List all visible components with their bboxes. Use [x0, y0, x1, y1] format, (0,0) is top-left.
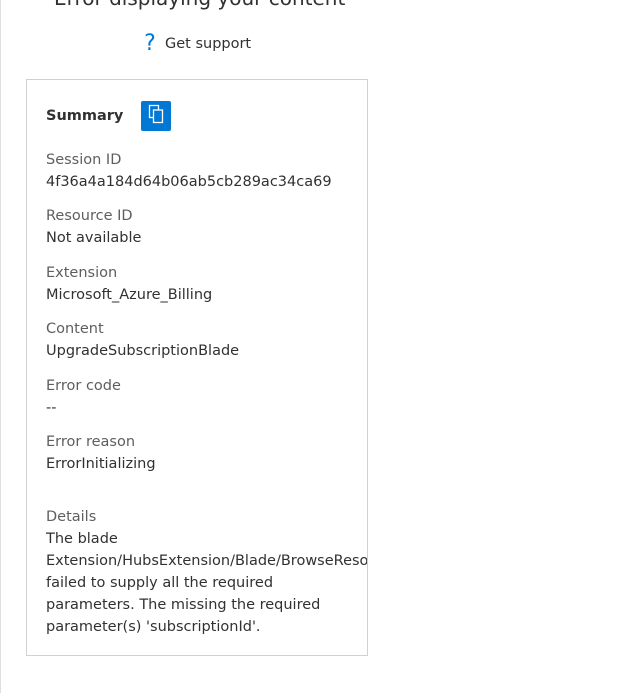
- copy-button[interactable]: [141, 101, 172, 131]
- summary-card: Summary Session ID 4f36a4a184d64b06ab5cb…: [26, 79, 368, 656]
- details-label: Details: [46, 509, 97, 525]
- extension-value: Microsoft_Azure_Billing: [46, 287, 213, 303]
- details-line: Extension/HubsExtension/Blade/BrowseReso…: [46, 553, 368, 569]
- get-support-label: Get support: [165, 36, 252, 52]
- session-id-field: Session ID 4f36a4a184d64b06ab5cb289ac34c…: [46, 149, 332, 193]
- details-text: The blade Extension/HubsExtension/Blade/…: [46, 528, 368, 638]
- error-code-value: --: [46, 400, 57, 416]
- details-line: parameter(s) 'subscriptionId'.: [46, 619, 261, 635]
- details-line: The blade: [46, 531, 118, 547]
- error-reason-label: Error reason: [46, 434, 136, 450]
- content-value: UpgradeSubscriptionBlade: [46, 343, 240, 359]
- session-id-value: 4f36a4a184d64b06ab5cb289ac34ca69: [46, 174, 332, 190]
- error-page: Error displaying your content ? Get supp…: [0, 0, 637, 693]
- error-code-label: Error code: [46, 378, 121, 394]
- copy-icon: [148, 104, 164, 128]
- get-support-link[interactable]: ? Get support: [143, 33, 251, 55]
- details-field: Details The blade Extension/HubsExtensio…: [46, 506, 368, 638]
- content-label: Content: [46, 321, 104, 337]
- summary-title: Summary: [46, 108, 124, 124]
- error-code-field: Error code --: [46, 375, 121, 419]
- details-line: parameters. The missing the required: [46, 597, 321, 613]
- resource-id-field: Resource ID Not available: [46, 205, 141, 249]
- error-reason-value: ErrorInitializing: [46, 456, 156, 472]
- resource-id-label: Resource ID: [46, 208, 133, 224]
- page-title: Error displaying your content: [54, 0, 345, 10]
- resource-id-value: Not available: [46, 230, 142, 246]
- content-field: Content UpgradeSubscriptionBlade: [46, 318, 239, 362]
- left-divider: [0, 0, 1, 693]
- error-reason-field: Error reason ErrorInitializing: [46, 431, 156, 475]
- details-line: failed to supply all the required: [46, 575, 274, 591]
- session-id-label: Session ID: [46, 152, 122, 168]
- extension-field: Extension Microsoft_Azure_Billing: [46, 262, 212, 306]
- extension-label: Extension: [46, 265, 118, 281]
- summary-header: Summary: [46, 101, 172, 131]
- help-question-icon: ?: [144, 31, 156, 56]
